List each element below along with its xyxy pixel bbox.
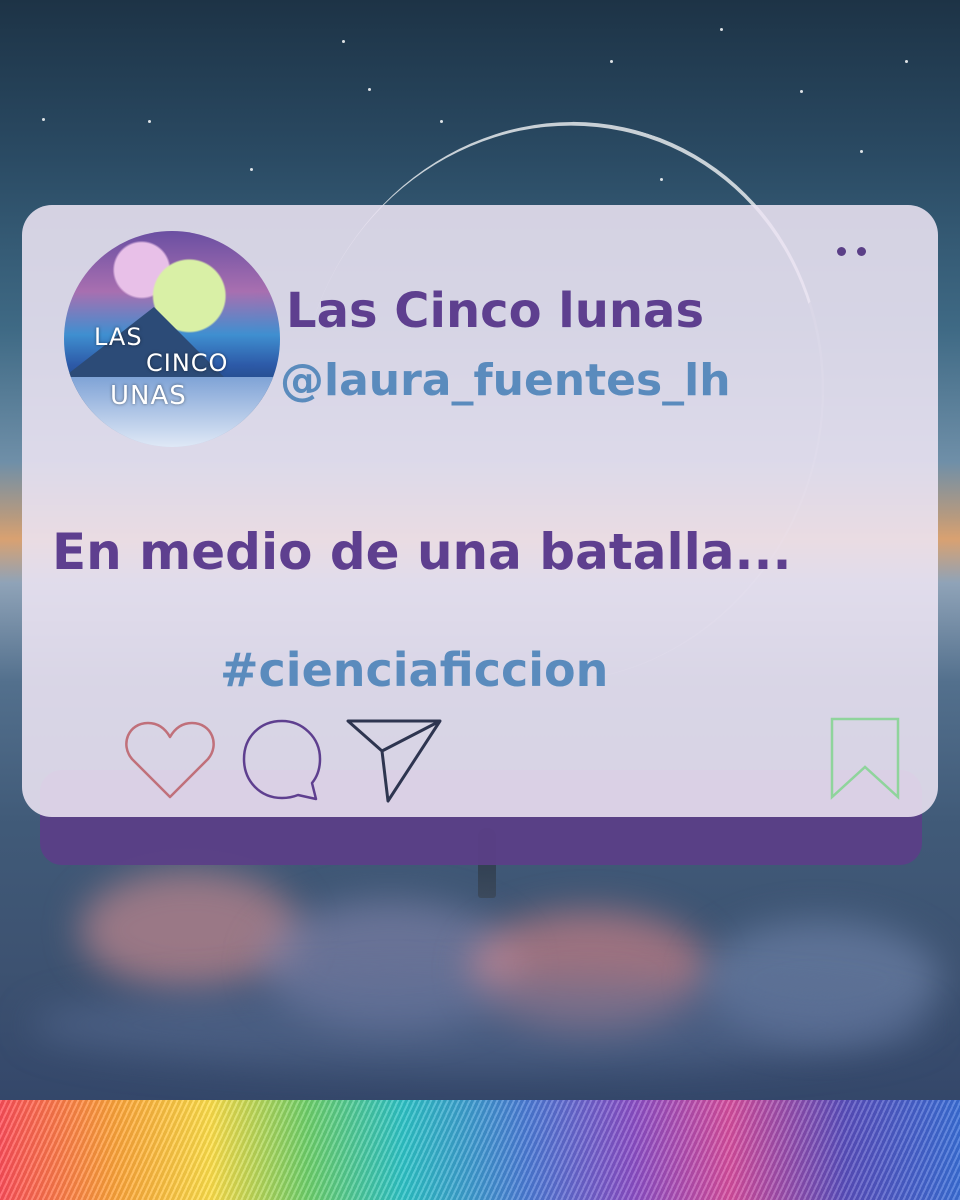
logo-text-line-3: UNAS <box>110 381 187 411</box>
heart-icon <box>125 721 215 799</box>
like-button[interactable] <box>122 717 218 807</box>
more-options-button[interactable] <box>837 247 866 256</box>
decorative-wave-band <box>0 1100 960 1200</box>
dot-icon <box>837 247 846 256</box>
paper-plane-icon <box>346 719 442 803</box>
dot-icon <box>857 247 866 256</box>
bookmark-icon <box>830 717 900 800</box>
post-card: LAS CINCO UNAS Las Cinco lunas @laura_fu… <box>22 205 938 817</box>
comment-button[interactable] <box>240 717 326 807</box>
hashtag-link[interactable]: #cienciaficcion <box>220 643 608 697</box>
user-handle[interactable]: @laura_fuentes_lh <box>280 355 731 406</box>
logo-text-line-1: LAS <box>94 323 143 351</box>
share-button[interactable] <box>344 715 444 809</box>
bookmark-button[interactable] <box>828 715 902 805</box>
post-text: En medio de una batalla... <box>52 523 792 581</box>
avatar[interactable]: LAS CINCO UNAS <box>64 231 280 447</box>
display-name[interactable]: Las Cinco lunas <box>286 283 704 339</box>
logo-text-line-2: CINCO <box>146 349 229 377</box>
comment-bubble-icon <box>242 719 322 801</box>
